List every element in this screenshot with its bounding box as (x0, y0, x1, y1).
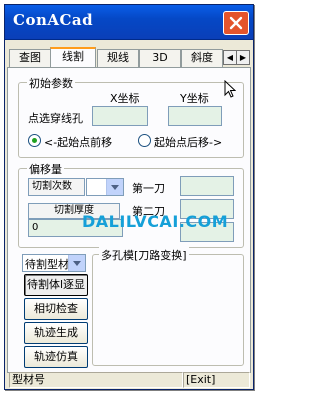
close-button[interactable] (223, 11, 249, 35)
simulate-path-button[interactable]: 轨迹仿真 (24, 346, 88, 368)
tab-wirecut[interactable]: 线割 (50, 47, 96, 68)
radio-move-backward-label: 起始点后移-> (154, 136, 223, 149)
material-combo-value: 待割型材 (25, 258, 69, 271)
tab-scroll-left-button[interactable]: ◀ (223, 50, 237, 65)
tab-panel: 初始参数 X坐标 Y坐标 点选穿线孔 <-起始点前移 起始点后移-> 偏移量 切… (7, 67, 251, 373)
cut-count-dropdown-button[interactable] (106, 179, 123, 195)
mouse-cursor-icon (224, 80, 236, 98)
tab-view[interactable]: 查图 (9, 49, 51, 67)
multi-hole-group: 多孔模[刀路变换] (92, 247, 244, 366)
generate-path-button[interactable]: 轨迹生成 (24, 322, 88, 344)
cut1-label: 第一刀 (132, 182, 165, 195)
status-exit[interactable]: [Exit] (183, 372, 250, 388)
close-icon (229, 16, 243, 30)
x-coord-field[interactable] (92, 106, 148, 126)
app-window: ConACad 查图 线割 规线 3D 斜度 ◀ ▶ 初始参数 X坐标 Y坐标 … (4, 4, 254, 390)
tab-rules[interactable]: 规线 (97, 49, 139, 67)
title-bar[interactable]: ConACad (5, 5, 253, 40)
select-hole-label: 点选穿线孔 (28, 112, 83, 125)
cut1-field[interactable] (180, 176, 234, 196)
tab-scroll-right-button[interactable]: ▶ (236, 50, 250, 65)
window-title: ConACad (13, 11, 94, 29)
tab-3d[interactable]: 3D (139, 49, 181, 67)
chevron-down-icon (73, 261, 81, 266)
contour-check-button[interactable]: 相切检查 (24, 298, 88, 320)
y-coord-label: Y坐标 (180, 92, 209, 105)
radio-move-forward[interactable] (28, 134, 41, 147)
cut-count-combo[interactable] (86, 178, 124, 196)
x-coord-label: X坐标 (110, 92, 140, 105)
chevron-down-icon (111, 185, 119, 190)
material-combo[interactable]: 待割型材 (22, 254, 86, 272)
radio-move-backward[interactable] (138, 134, 151, 147)
cut-material-button[interactable]: 待割体l逐显 (24, 274, 88, 296)
material-dropdown-button[interactable] (68, 255, 85, 271)
offset-title: 偏移量 (27, 161, 64, 177)
cut-count-label: 切割次数 (28, 178, 85, 196)
watermark: DALILVCAI.COM (82, 212, 229, 231)
status-bar: 型材号 [Exit] (7, 371, 250, 388)
multi-hole-title: 多孔模[刀路变换] (99, 247, 189, 263)
status-profile: 型材号 (9, 372, 183, 388)
start-params-title: 初始参数 (27, 75, 75, 91)
y-coord-field[interactable] (168, 106, 222, 126)
tab-slope[interactable]: 斜度 (181, 49, 223, 67)
tab-strip: 查图 线割 规线 3D 斜度 ◀ ▶ (5, 47, 253, 68)
radio-move-forward-label: <-起始点前移 (44, 136, 113, 149)
